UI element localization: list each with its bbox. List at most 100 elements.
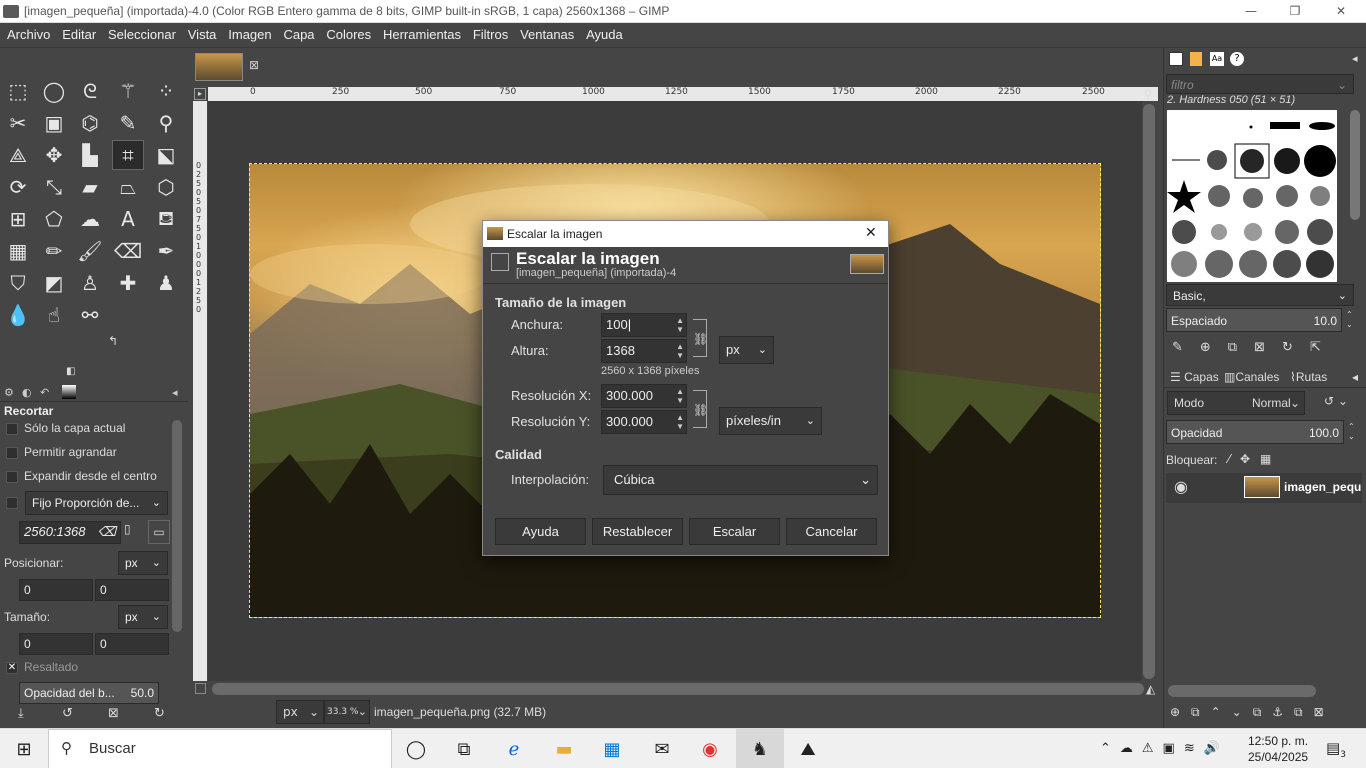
- size-unit-select[interactable]: px ⌄: [719, 336, 774, 364]
- menu-vista[interactable]: Vista: [184, 23, 221, 47]
- clock[interactable]: 12:50 p. m. 25/04/2025: [1248, 733, 1308, 765]
- brush-filter-input[interactable]: filtro ⌄: [1166, 74, 1354, 94]
- bucket-fill-icon[interactable]: ⛾: [150, 204, 182, 234]
- position-x-field[interactable]: 0: [19, 579, 93, 601]
- move-icon[interactable]: ✥: [38, 140, 70, 170]
- store-icon[interactable]: ▦: [588, 729, 636, 768]
- aspect-ratio-field[interactable]: 2560:1368 ⌫: [19, 521, 121, 544]
- options-scrollbar[interactable]: [172, 420, 182, 632]
- size-unit-select[interactable]: px ⌄: [118, 605, 168, 629]
- menu-ayuda[interactable]: Ayuda: [582, 23, 627, 47]
- ellipse-select-icon[interactable]: ◯: [38, 76, 70, 106]
- device-status-tab-icon[interactable]: ◐: [22, 386, 32, 399]
- width-input[interactable]: 100| ▲ ▼: [601, 313, 687, 337]
- navigate-icon[interactable]: ⚲: [1144, 88, 1152, 101]
- cage-transform-icon[interactable]: ⬠: [38, 204, 70, 234]
- menu-capa[interactable]: Capa: [279, 23, 318, 47]
- notifications-icon[interactable]: ▤3: [1326, 739, 1346, 760]
- 3d-transform-icon[interactable]: ⬡: [150, 172, 182, 202]
- resolution-x-input[interactable]: 300.000 ▲ ▼: [601, 384, 687, 408]
- menu-colores[interactable]: Colores: [322, 23, 375, 47]
- tab-paths[interactable]: ⌇Rutas: [1290, 370, 1327, 384]
- layer-row[interactable]: ◉ imagen_pequ: [1166, 473, 1362, 503]
- clone-icon[interactable]: ♙: [74, 268, 106, 298]
- horizontal-scrollbar[interactable]: [212, 683, 1144, 695]
- save-options-icon[interactable]: ⤓: [18, 706, 24, 721]
- eye-icon[interactable]: ◉: [1174, 477, 1188, 496]
- fuzzy-select-icon[interactable]: ⚚: [112, 76, 144, 106]
- layers-hscroll[interactable]: [1168, 685, 1316, 697]
- layer-actions-icons[interactable]: ⊕⧉⌃⌄⧉⚓⧉⊠: [1170, 705, 1335, 720]
- current-layer-checkbox[interactable]: Sólo la capa actual: [6, 421, 176, 435]
- size-x-field[interactable]: 0: [19, 633, 93, 655]
- fonts-tab-icon[interactable]: Aa: [1210, 52, 1224, 66]
- resolution-unit-select[interactable]: píxeles/in ⌄: [719, 407, 822, 435]
- brush-actions-icons[interactable]: ✎⊕⧉⊠↻⇱: [1172, 340, 1338, 355]
- file-explorer-icon[interactable]: ▬: [540, 729, 588, 768]
- text-icon[interactable]: A: [112, 204, 144, 234]
- system-tray-icons[interactable]: ⌃☁⚠▣≋🔊: [1100, 741, 1229, 756]
- lock-icons[interactable]: ⁄✥▦: [1228, 452, 1281, 466]
- highlight-opacity-slider[interactable]: Opacidad del b... 50.0: [19, 682, 159, 704]
- zoom-icon[interactable]: ⚲: [150, 108, 182, 138]
- tool-options-tab-icon[interactable]: ⚙: [4, 386, 14, 399]
- fixed-mode-select[interactable]: Fijo Proporción de... ⌄: [25, 491, 168, 515]
- swap-colors-icon[interactable]: ↰: [108, 334, 118, 348]
- help-button[interactable]: Ayuda: [495, 518, 586, 545]
- shear-icon[interactable]: ▰: [74, 172, 106, 202]
- portrait-icon[interactable]: ▯: [124, 522, 131, 536]
- brush-grid[interactable]: [1167, 110, 1337, 282]
- blur-icon[interactable]: 💧: [2, 300, 34, 330]
- undo-history-tab-icon[interactable]: ↶: [40, 386, 49, 399]
- foreground-select-icon[interactable]: ▣: [38, 108, 70, 138]
- mypaint-brush-icon[interactable]: ◩: [38, 268, 70, 298]
- smudge-icon[interactable]: ☝: [38, 300, 70, 330]
- zoom-fit-icon[interactable]: ◭: [1146, 682, 1155, 696]
- height-input[interactable]: 1368 ▲ ▼: [601, 339, 687, 363]
- paintbrush-icon[interactable]: 🖌: [74, 236, 106, 266]
- menu-herramientas[interactable]: Herramientas: [379, 23, 465, 47]
- layer-mode-select[interactable]: Modo Normal ⌄: [1167, 391, 1305, 415]
- color-picker-icon[interactable]: ✎: [112, 108, 144, 138]
- fixed-checkbox[interactable]: [6, 497, 18, 509]
- close-button[interactable]: ✕: [1318, 0, 1364, 23]
- default-colors-icon[interactable]: ◧: [66, 366, 75, 377]
- position-y-field[interactable]: 0: [95, 579, 169, 601]
- warp-icon[interactable]: ⊞: [2, 204, 34, 234]
- restore-options-icon[interactable]: ↺: [62, 706, 73, 721]
- flip-icon[interactable]: ☁: [74, 204, 106, 234]
- spacing-spin-icon[interactable]: ⌃ ⌄: [1346, 310, 1353, 330]
- menu-seleccionar[interactable]: Seleccionar: [104, 23, 180, 47]
- maximize-button[interactable]: ❐: [1272, 0, 1318, 23]
- taskbar-search-input[interactable]: ⚲ Buscar: [48, 729, 392, 768]
- highlight-checkbox[interactable]: ✕ Resaltado: [6, 660, 176, 674]
- spacing-slider[interactable]: Espaciado 10.0: [1166, 308, 1342, 332]
- paths-icon[interactable]: ⌬: [74, 108, 106, 138]
- photos-icon[interactable]: ⛰: [784, 729, 832, 768]
- align-icon[interactable]: ▙: [74, 140, 106, 170]
- minimize-button[interactable]: —: [1228, 0, 1274, 23]
- cancel-button[interactable]: Cancelar: [786, 518, 877, 545]
- chain-link-resolution-icon[interactable]: ⛓: [693, 390, 708, 428]
- brushes-tab-icon[interactable]: [1169, 52, 1183, 66]
- perspective-clone-icon[interactable]: ♟: [150, 268, 182, 298]
- pencil-icon[interactable]: ✏: [38, 236, 70, 266]
- dialog-close-button[interactable]: ✕: [865, 224, 877, 241]
- rotate-icon[interactable]: ⟳: [2, 172, 34, 202]
- right-dock-menu-icon[interactable]: ◂: [1352, 52, 1358, 65]
- tab-layers[interactable]: ☰ Capas: [1168, 370, 1221, 384]
- chain-link-size-icon[interactable]: ⛓: [693, 319, 708, 357]
- menu-editar[interactable]: Editar: [58, 23, 100, 47]
- menu-ventanas[interactable]: Ventanas: [516, 23, 578, 47]
- images-tab-icon[interactable]: [62, 385, 76, 399]
- menu-imagen[interactable]: Imagen: [224, 23, 275, 47]
- vertical-scrollbar[interactable]: [1143, 104, 1155, 679]
- position-unit-select[interactable]: px ⌄: [118, 551, 168, 575]
- rect-select-icon[interactable]: ⬚: [2, 76, 34, 106]
- ink-icon[interactable]: ⛉: [2, 268, 34, 298]
- help-tab-icon[interactable]: ?: [1230, 52, 1244, 66]
- dodge-burn-icon[interactable]: ⚯: [74, 300, 106, 330]
- scale-icon[interactable]: ⤡: [38, 172, 70, 202]
- zoom-select[interactable]: 33.3 % ⌄: [324, 700, 370, 724]
- tab-channels[interactable]: ▥Canales: [1224, 370, 1279, 384]
